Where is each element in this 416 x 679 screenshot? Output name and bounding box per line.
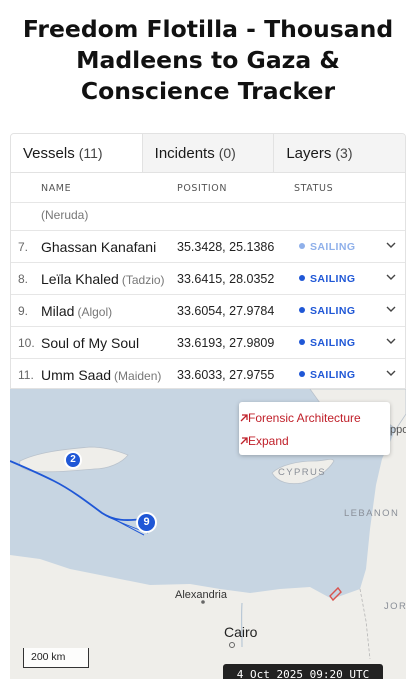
tab-vessels-label: Vessels — [23, 144, 75, 162]
map-view[interactable]: Forensic Architecture Expand CYPRUS LEBA… — [10, 389, 406, 679]
vessel-name: Umm Saad (Maiden) — [41, 367, 161, 383]
vessel-alias: (Tadzio) — [121, 273, 165, 287]
cairo-city-dot — [229, 642, 235, 648]
tab-vessels[interactable]: Vessels (11) — [11, 134, 142, 172]
vessel-name: Soul of My Soul — [41, 335, 142, 351]
status-badge: SAILING — [299, 337, 355, 349]
forensic-architecture-label: Forensic Architecture — [248, 411, 361, 425]
vessel-position: 33.6033, 27.9755 — [177, 368, 275, 382]
tab-layers-count: (3) — [335, 145, 353, 161]
vessel-cluster-marker[interactable]: 2 — [64, 451, 82, 469]
chevron-down-icon[interactable] — [385, 367, 397, 379]
row-number: 9. — [18, 304, 29, 318]
status-text: SAILING — [310, 273, 356, 285]
row-number: 10. — [18, 336, 35, 350]
status-dot-icon — [299, 339, 305, 345]
column-header-status: STATUS — [294, 183, 334, 194]
table-row[interactable]: 9. Milad (Algol) 33.6054, 27.9784 SAILING — [11, 294, 405, 326]
vessel-cluster-marker[interactable]: 9 — [136, 512, 157, 533]
vessel-position: 35.3428, 25.1386 — [177, 240, 275, 254]
status-dot-icon — [299, 243, 305, 249]
table-row[interactable]: 10. Soul of My Soul 33.6193, 27.9809 SAILIN… — [11, 326, 405, 358]
status-badge: SAILING — [299, 305, 355, 317]
table-row[interactable]: 8. Leïla Khaled (Tadzio) 33.6415, 28.0352 SA… — [11, 262, 405, 294]
table-row[interactable]: 7. Ghassan Kanafani 35.3428, 25.1386 SAILIN… — [11, 230, 405, 262]
status-text: SAILING — [310, 305, 356, 317]
map-menu: Forensic Architecture Expand — [239, 402, 390, 455]
scale-label: 200 km — [31, 651, 66, 663]
column-headers: NAME POSITION STATUS — [11, 172, 405, 200]
column-header-name: NAME — [41, 183, 72, 194]
table-row-partial[interactable]: (Neruda) — [11, 202, 405, 226]
border-line — [359, 588, 371, 660]
map-label-lebanon: LEBANON — [344, 508, 400, 519]
status-text: SAILING — [310, 241, 356, 253]
map-label-partial: ppo — [390, 424, 406, 436]
chevron-down-icon[interactable] — [385, 303, 397, 315]
status-text: SAILING — [310, 337, 356, 349]
expand-link[interactable]: Expand — [239, 430, 390, 452]
vessel-name: Leïla Khaled (Tadzio) — [41, 271, 165, 287]
external-link-icon — [240, 437, 248, 445]
column-header-position: POSITION — [177, 183, 228, 194]
chevron-down-icon[interactable] — [385, 271, 397, 283]
external-link-icon — [240, 414, 248, 422]
tracker-panel: Vessels (11) Incidents (0) Layers (3) NA… — [10, 133, 406, 389]
tab-incidents-count: (0) — [218, 145, 236, 161]
status-text: SAILING — [310, 369, 356, 381]
status-dot-icon — [299, 275, 305, 281]
vessel-name: Milad (Algol) — [41, 303, 112, 319]
chevron-down-icon[interactable] — [385, 335, 397, 347]
vessel-name-text: Leïla Khaled — [41, 271, 119, 287]
tab-vessels-count: (11) — [78, 145, 103, 161]
map-label-alexandria: Alexandria — [175, 589, 227, 601]
row-number: 7. — [18, 240, 29, 254]
status-dot-icon — [299, 371, 305, 377]
vessel-alias: (Maiden) — [114, 369, 162, 383]
page-title: Freedom Flotilla - Thousand Madleens to … — [22, 15, 394, 105]
vessel-name-text: Milad — [41, 303, 75, 319]
scale-bar: 200 km — [23, 648, 89, 668]
vessel-name-text: Ghassan Kanafani — [41, 239, 157, 255]
chevron-down-icon[interactable] — [385, 239, 397, 251]
tab-bar: Vessels (11) Incidents (0) Layers (3) — [11, 134, 405, 172]
map-label-cyprus: CYPRUS — [278, 467, 326, 478]
vessel-name-text: Umm Saad — [41, 367, 112, 383]
tab-layers-label: Layers — [286, 144, 332, 162]
vessel-position: 33.6193, 27.9809 — [177, 336, 275, 350]
row-number: 11. — [18, 368, 34, 382]
tab-incidents-label: Incidents — [154, 144, 215, 162]
vessel-alias: (Neruda) — [41, 208, 89, 222]
status-dot-icon — [299, 307, 305, 313]
status-badge: SAILING — [299, 241, 355, 253]
expand-label: Expand — [248, 434, 289, 448]
tab-layers[interactable]: Layers (3) — [273, 134, 405, 172]
map-label-cairo: Cairo — [224, 624, 258, 640]
forensic-architecture-link[interactable]: Forensic Architecture — [239, 407, 390, 429]
tab-incidents[interactable]: Incidents (0) — [141, 134, 274, 172]
vessel-name: Ghassan Kanafani — [41, 239, 159, 255]
map-label-jordan: JOR — [384, 601, 406, 612]
vessel-position: 33.6054, 27.9784 — [177, 304, 275, 318]
status-badge: SAILING — [299, 369, 355, 381]
table-row[interactable]: 11. Umm Saad (Maiden) 33.6033, 27.9755 SAILI… — [11, 358, 405, 388]
vessel-position: 33.6415, 28.0352 — [177, 272, 275, 286]
vessel-name-text: Soul of My Soul — [41, 335, 140, 351]
vessel-alias: (Algol) — [77, 305, 113, 319]
row-number: 8. — [18, 272, 29, 286]
status-badge: SAILING — [299, 273, 355, 285]
timestamp-badge: 4 Oct 2025 09:20 UTC — [223, 664, 383, 679]
